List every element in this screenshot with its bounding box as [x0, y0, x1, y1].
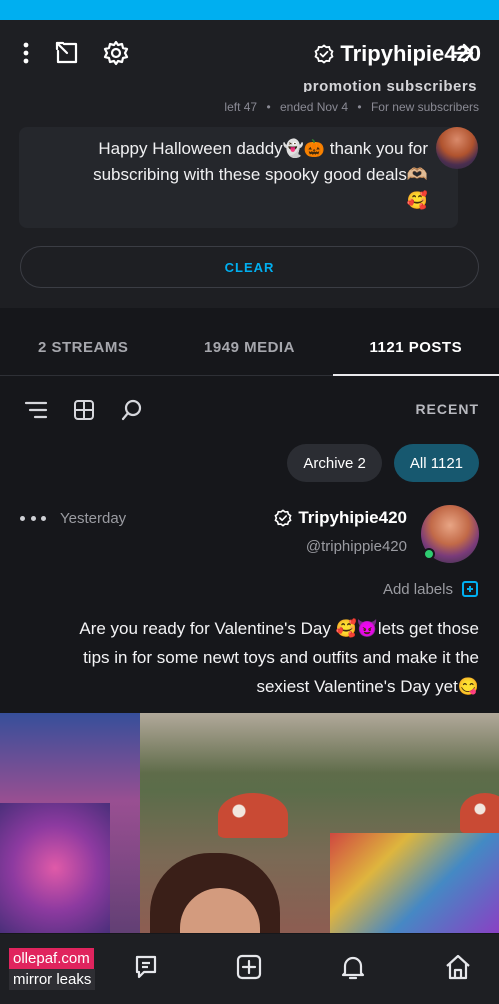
sort-label[interactable]: RECENT [415, 401, 479, 417]
clear-button[interactable]: CLEAR [20, 246, 479, 288]
gear-icon[interactable] [100, 37, 132, 69]
tab-streams[interactable]: 2 STREAMS [0, 320, 166, 375]
mushroom-decoration [218, 793, 288, 838]
chip-all[interactable]: All 1121 [393, 444, 479, 482]
share-icon[interactable] [51, 37, 83, 69]
watermark: ollepaf.com mirror leaks [9, 948, 109, 990]
promotion-meta: left 47 • ended Nov 4 • For new subscrib… [224, 100, 479, 114]
chip-archive[interactable]: Archive 2 [287, 444, 382, 482]
search-icon[interactable] [118, 396, 146, 424]
post-author-handle[interactable]: @triphippie420 [306, 538, 407, 555]
back-arrow-icon[interactable] [447, 37, 479, 69]
post-timestamp: Yesterday [60, 510, 127, 527]
home-icon[interactable] [441, 950, 475, 984]
post-text: Are you ready for Valentine's Day 🥰😈lets… [79, 619, 479, 696]
sort-icon[interactable] [22, 396, 50, 424]
add-labels-text: Add labels [382, 580, 453, 598]
watermark-line1: ollepaf.com [9, 948, 94, 969]
flower-decoration [0, 803, 110, 933]
add-labels-button[interactable]: Add labels [383, 580, 479, 598]
status-bar [0, 0, 499, 20]
post-author[interactable]: Tripyhipie420 [274, 508, 407, 528]
post-author-name: Tripyhipie420 [298, 508, 407, 527]
profile-tabs: 2 STREAMS 1949 MEDIA 1121 POSTS [0, 320, 499, 376]
avatar[interactable] [436, 127, 478, 169]
tab-media[interactable]: 1949 MEDIA [166, 320, 332, 375]
promotion-title: promotion subscribers [303, 78, 477, 92]
verified-badge-icon [314, 44, 334, 64]
blossom-ceiling [140, 713, 499, 773]
add-post-icon[interactable] [232, 950, 266, 984]
more-vertical-icon[interactable] [10, 37, 42, 69]
verified-badge-icon [274, 509, 292, 527]
notifications-bell-icon[interactable] [336, 950, 370, 984]
post-media-image[interactable] [0, 713, 499, 933]
promotion-section: promotion subscribers left 47 • ended No… [0, 78, 499, 308]
messages-icon[interactable] [129, 950, 163, 984]
filter-row: RECENT [0, 392, 499, 428]
online-status-dot [423, 548, 435, 560]
top-bar: Tripyhipie420 [0, 20, 499, 86]
post-more-icon[interactable] [20, 508, 46, 528]
grid-view-icon[interactable] [70, 396, 98, 424]
label-icon [462, 581, 478, 597]
promotion-message: Happy Halloween daddy👻🎃 thank you for su… [93, 139, 428, 210]
promotion-message-card: Happy Halloween daddy👻🎃 thank you for su… [19, 127, 478, 228]
post-filter-chips: All 1121 Archive 2 [287, 444, 479, 482]
tapestry-right [330, 833, 499, 933]
watermark-line2: mirror leaks [9, 969, 96, 990]
mushroom-decoration-right [460, 793, 499, 833]
tab-posts[interactable]: 1121 POSTS [332, 320, 499, 376]
